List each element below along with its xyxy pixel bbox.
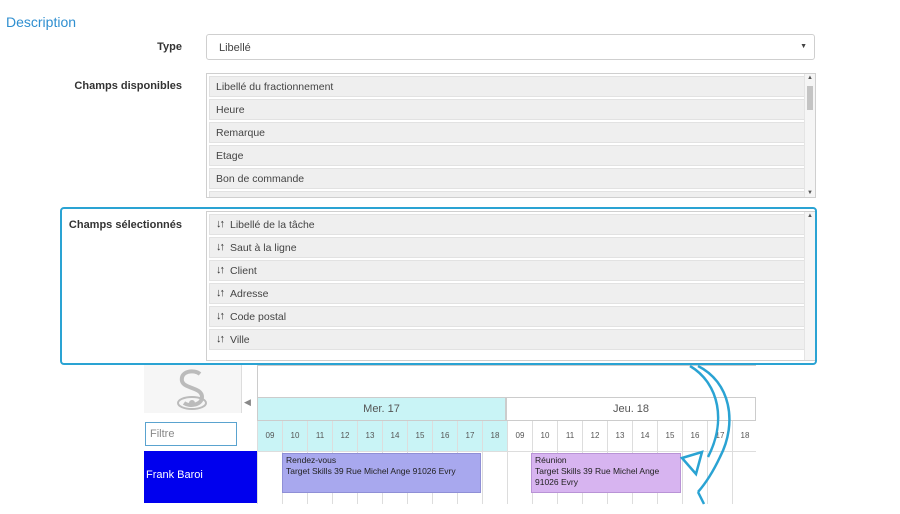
sort-icon[interactable]: ↓↑ [216, 218, 225, 230]
available-field-item-partial[interactable]: + [209, 191, 815, 197]
day-header: Mer. 17 [257, 397, 506, 421]
curved-arrow-icon [679, 364, 731, 505]
logo [144, 365, 242, 413]
available-field-item[interactable]: Bon de commande + [209, 168, 815, 189]
hour-cell: 09 [257, 421, 282, 451]
hour-cell: 12 [582, 421, 607, 451]
hour-cell: 10 [532, 421, 557, 451]
grid-cell [507, 452, 532, 504]
sort-icon[interactable]: ↓↑ [216, 333, 225, 345]
sort-icon[interactable]: ↓↑ [216, 310, 225, 322]
event-block[interactable]: Rendez-vous Target Skills 39 Rue Michel … [282, 453, 481, 493]
selected-fields-label: Champs sélectionnés [68, 219, 182, 231]
section-title: Description [6, 14, 77, 30]
event-address: Target Skills 39 Rue Michel Ange [535, 466, 660, 476]
collapse-left-icon[interactable]: ◀ [244, 397, 251, 408]
available-field-item[interactable]: Remarque + [209, 122, 815, 143]
hour-cell: 14 [382, 421, 407, 451]
type-select[interactable]: Libellé ▼ [206, 34, 815, 60]
event-address-city: 91026 Evry [535, 477, 578, 487]
logo-icon [177, 369, 207, 410]
event-address: Target Skills 39 Rue Michel Ange 91026 E… [286, 466, 456, 476]
event-block[interactable]: Réunion Target Skills 39 Rue Michel Ange… [531, 453, 681, 493]
hour-cell: 12 [332, 421, 357, 451]
resource-label: Frank Baroi [146, 469, 203, 481]
available-scrollbar[interactable]: ▲ ▼ [804, 74, 815, 197]
selected-field-label: Libellé de la tâche [230, 219, 315, 231]
event-title: Réunion [535, 455, 567, 465]
available-field-label: Remarque [216, 127, 266, 139]
available-field-item[interactable]: Heure + [209, 99, 815, 120]
event-title: Rendez-vous [286, 455, 337, 465]
selected-field-label: Ville [230, 334, 250, 346]
grid-cell [257, 452, 282, 504]
scroll-up-icon[interactable]: ▲ [807, 75, 813, 81]
hour-cell: 17 [457, 421, 482, 451]
sort-icon[interactable]: ↓↑ [216, 241, 225, 253]
selected-field-label: Saut à la ligne [230, 242, 297, 254]
available-field-item[interactable]: Etage + [209, 145, 815, 166]
scroll-down-icon[interactable]: ▼ [807, 190, 813, 196]
available-field-label: Etage [216, 150, 244, 162]
available-field-label: Libellé du fractionnement [216, 81, 334, 93]
available-fields-label: Champs disponibles [74, 80, 182, 92]
sort-icon[interactable]: ↓↑ [216, 264, 225, 276]
available-field-label: Bon de commande [216, 173, 305, 185]
hour-cell: 16 [432, 421, 457, 451]
selected-field-item[interactable]: ↓↑ Ville ✖ [209, 329, 815, 350]
selected-field-label: Adresse [230, 288, 269, 300]
selected-field-item[interactable]: ↓↑ Client ✖ [209, 260, 815, 281]
hour-cell: 15 [407, 421, 432, 451]
selected-field-label: Client [230, 265, 257, 277]
hour-cell: 11 [307, 421, 332, 451]
hour-cell: 10 [282, 421, 307, 451]
selected-field-label: Code postal [230, 311, 287, 323]
hour-cell: 11 [557, 421, 582, 451]
resource-name[interactable]: Frank Baroi [144, 451, 257, 503]
selected-field-item[interactable]: ↓↑ Adresse ✖ [209, 283, 815, 304]
selected-fields-list[interactable]: ↓↑ Libellé de la tâche ✖ ↓↑ Saut à la li… [206, 211, 816, 361]
scroll-up-icon[interactable]: ▲ [807, 213, 813, 219]
chevron-down-icon: ▼ [800, 43, 807, 50]
type-select-value: Libellé [219, 42, 251, 54]
grid-cell [482, 452, 507, 504]
selected-field-item[interactable]: ↓↑ Saut à la ligne ✖ [209, 237, 815, 258]
available-field-label: Heure [216, 104, 245, 116]
sort-icon[interactable]: ↓↑ [216, 287, 225, 299]
available-field-item[interactable]: Libellé du fractionnement + [209, 76, 815, 97]
available-fields-list[interactable]: Libellé du fractionnement + Heure + Rema… [206, 73, 816, 198]
hour-cell: 09 [507, 421, 532, 451]
selected-scrollbar[interactable]: ▲ [804, 212, 815, 360]
hour-cell: 18 [482, 421, 507, 451]
selected-field-item[interactable]: ↓↑ Libellé de la tâche ✖ [209, 214, 815, 235]
type-label: Type [157, 41, 182, 53]
filter-input[interactable] [145, 422, 237, 446]
selected-field-item[interactable]: ↓↑ Code postal ✖ [209, 306, 815, 327]
hour-cell: 13 [357, 421, 382, 451]
scroll-thumb[interactable] [807, 86, 813, 110]
hour-cell: 14 [632, 421, 657, 451]
hour-cell: 13 [607, 421, 632, 451]
